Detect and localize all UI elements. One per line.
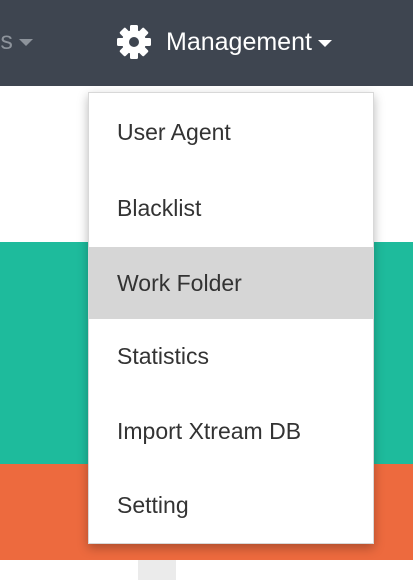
menu-item-label: User Agent: [117, 118, 231, 145]
menu-item-label: Import Xtream DB: [117, 417, 302, 444]
menu-item-label: Blacklist: [117, 194, 202, 221]
menu-item-label: Setting: [117, 491, 189, 518]
chevron-down-icon: [18, 38, 33, 46]
menu-item-setting[interactable]: Setting: [89, 469, 373, 541]
nav-item-management-label: Management: [166, 27, 312, 56]
nav-item-previous-label: rs: [0, 26, 13, 55]
menu-item-user-agent[interactable]: User Agent: [89, 96, 373, 168]
menu-item-label: Work Folder: [117, 269, 242, 296]
nav-item-previous[interactable]: rs: [0, 26, 33, 56]
chevron-down-icon: [317, 39, 332, 47]
gear-icon: [116, 24, 152, 60]
menu-item-label: Statistics: [117, 342, 210, 369]
bottom-area: [0, 560, 413, 580]
menu-item-import-xtream-db[interactable]: Import Xtream DB: [89, 395, 373, 467]
nav-item-management[interactable]: Management: [116, 22, 332, 62]
menu-item-blacklist[interactable]: Blacklist: [89, 172, 373, 244]
management-dropdown-menu: User Agent Blacklist Work Folder Statist…: [88, 92, 374, 544]
menu-item-work-folder[interactable]: Work Folder: [89, 247, 373, 319]
bottom-chip: [138, 560, 176, 580]
menu-item-statistics[interactable]: Statistics: [89, 320, 373, 392]
top-navbar: rs Management: [0, 0, 413, 86]
